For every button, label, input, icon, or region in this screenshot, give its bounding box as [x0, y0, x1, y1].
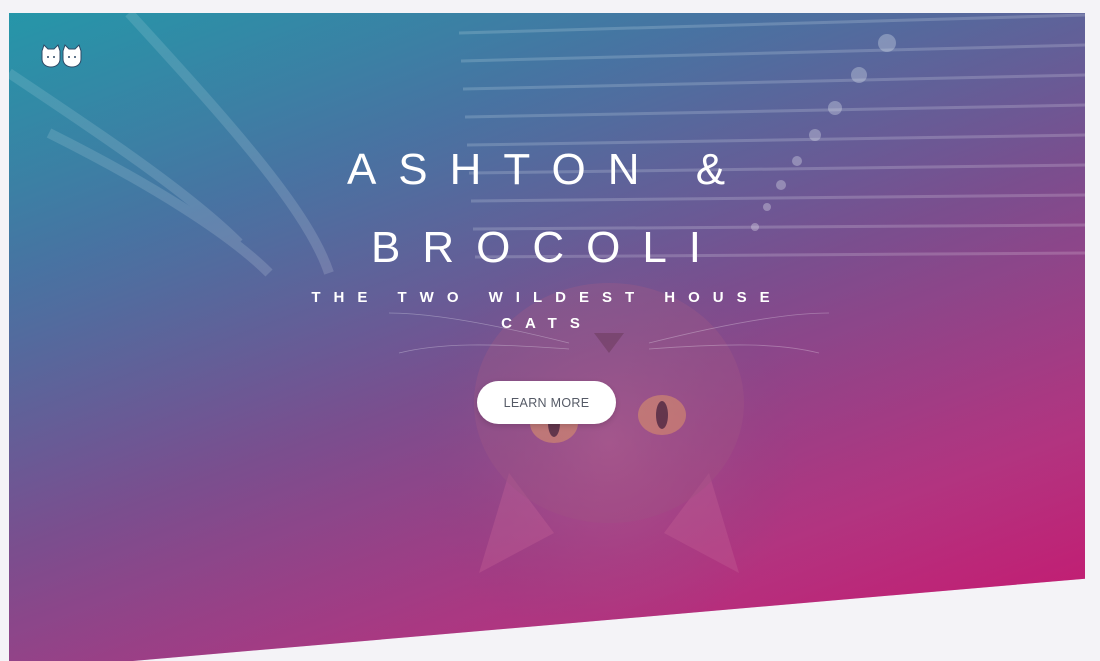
page-frame: ASHTON & BROCOLI THE TWO WILDEST HOUSE C…: [9, 13, 1085, 661]
hero-subtitle-line-2: CATS: [501, 315, 593, 332]
hero-subtitle-line-1: THE TWO WILDEST HOUSE: [311, 289, 783, 306]
hero-section: ASHTON & BROCOLI THE TWO WILDEST HOUSE C…: [9, 13, 1085, 661]
hero-title-line-1: ASHTON &: [346, 145, 748, 194]
learn-more-button[interactable]: LEARN MORE: [477, 381, 616, 424]
two-cats-logo-icon[interactable]: [40, 44, 84, 68]
logo-graphic: [41, 44, 82, 68]
hero-gradient-overlay: [9, 13, 1085, 661]
hero-title-line-2: BROCOLI: [370, 223, 724, 272]
